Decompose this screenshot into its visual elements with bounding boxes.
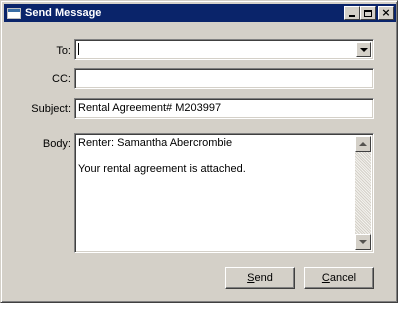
- window-icon: [7, 7, 21, 19]
- cc-label: CC:: [52, 73, 71, 85]
- chevron-up-icon: [359, 142, 367, 146]
- send-accelerator: S: [247, 272, 255, 284]
- cc-input[interactable]: [74, 68, 374, 89]
- close-icon: ×: [381, 6, 391, 19]
- chevron-down-icon: [359, 47, 368, 52]
- subject-label: Subject:: [31, 103, 71, 115]
- title-buttons: ×: [344, 6, 394, 20]
- send-label: end: [254, 272, 273, 284]
- window-title: Send Message: [25, 7, 102, 19]
- maximize-button[interactable]: [360, 6, 376, 20]
- cancel-accelerator: C: [321, 272, 330, 284]
- chevron-down-icon: [359, 240, 367, 244]
- subject-value: Rental Agreement# M203997: [78, 102, 222, 114]
- body-text: Renter: Samantha Abercrombie Your rental …: [78, 137, 353, 176]
- to-combobox[interactable]: [74, 39, 374, 60]
- body-line-2: Your rental agreement is attached.: [78, 163, 246, 175]
- maximize-icon: [364, 9, 372, 17]
- subject-input[interactable]: Rental Agreement# M203997: [74, 98, 374, 119]
- body-textarea[interactable]: Renter: Samantha Abercrombie Your rental …: [74, 133, 374, 253]
- minimize-icon: [349, 15, 355, 17]
- text-caret: [78, 43, 79, 55]
- minimize-button[interactable]: [344, 6, 360, 20]
- body-line-1: Renter: Samantha Abercrombie: [78, 137, 233, 149]
- scroll-down-button[interactable]: [355, 234, 371, 250]
- cancel-label: ancel: [329, 272, 357, 284]
- body-scrollbar[interactable]: [355, 136, 371, 250]
- send-button[interactable]: Send: [225, 267, 295, 289]
- send-message-dialog: Send Message × To: CC: Subject: Rental A…: [0, 0, 398, 303]
- to-dropdown-button[interactable]: [356, 42, 371, 57]
- close-button[interactable]: ×: [378, 6, 394, 20]
- title-bar[interactable]: Send Message ×: [4, 4, 396, 22]
- to-label: To:: [56, 45, 71, 57]
- cancel-button[interactable]: Cancel: [304, 267, 374, 289]
- body-label: Body:: [42, 138, 71, 150]
- scroll-up-button[interactable]: [355, 136, 371, 152]
